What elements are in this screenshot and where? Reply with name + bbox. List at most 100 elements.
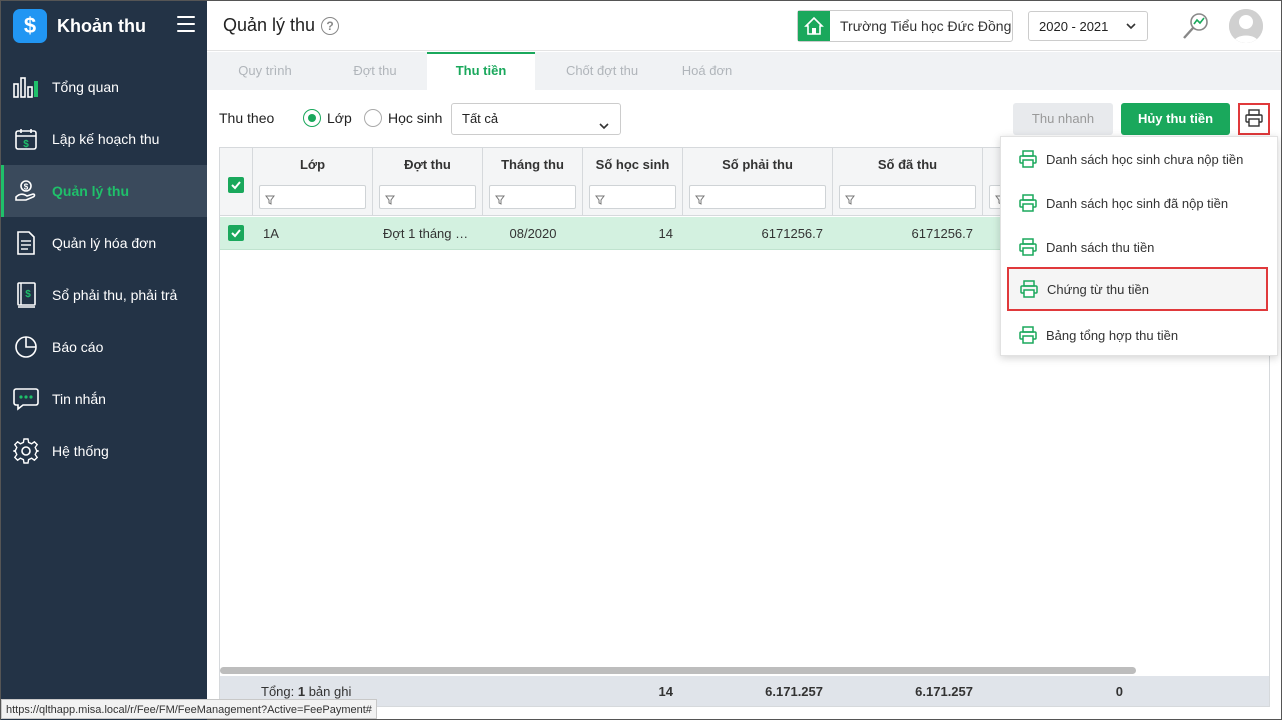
ledger-icon: $ <box>13 282 39 308</box>
horizontal-scrollbar[interactable] <box>220 667 1136 674</box>
school-selector[interactable]: Trường Tiểu học Đức Đồng <box>797 10 1013 42</box>
radio-unchecked-icon <box>364 109 382 127</box>
filter-input[interactable] <box>689 185 826 209</box>
cancel-collection-button[interactable]: Hủy thu tiền <box>1121 103 1230 135</box>
message-icon <box>13 386 39 412</box>
app-name: Khoản thu <box>57 15 146 36</box>
printer-icon <box>1019 150 1037 168</box>
column-header-dot-thu: Đợt thu <box>373 148 483 216</box>
hamburger-menu-icon[interactable] <box>177 16 195 32</box>
menu-item-collection-list[interactable]: Danh sách thu tiền <box>1001 225 1279 269</box>
sidebar-item-tin-nhan[interactable]: Tin nhắn <box>1 373 207 425</box>
menu-item-label: Danh sách học sinh đã nộp tiền <box>1046 195 1229 211</box>
bar-chart-icon <box>13 74 39 100</box>
printer-icon <box>1244 108 1264 131</box>
filter-icon <box>595 192 605 208</box>
radio-class[interactable]: Lớp <box>303 109 352 127</box>
filter-input[interactable] <box>259 185 366 209</box>
home-icon <box>798 11 830 41</box>
filter-label: Thu theo <box>219 110 275 126</box>
radio-checked-icon <box>303 109 321 127</box>
filter-input[interactable] <box>589 185 676 209</box>
menu-item-unpaid-list[interactable]: Danh sách học sinh chưa nộp tiền <box>1001 137 1279 181</box>
menu-item-summary[interactable]: Bảng tổng hợp thu tiền <box>1001 313 1279 357</box>
total-paid: 6.171.257 <box>915 684 973 699</box>
select-all-checkbox[interactable] <box>228 177 244 193</box>
sidebar-item-quan-ly-thu[interactable]: $ Quản lý thu <box>1 165 207 217</box>
cell-paid: 6171256.7 <box>911 226 973 241</box>
gear-icon <box>13 438 39 464</box>
column-header-thang-thu: Tháng thu <box>483 148 583 216</box>
document-icon <box>13 230 39 256</box>
school-name: Trường Tiểu học Đức Đồng <box>840 18 1012 34</box>
svg-text:$: $ <box>25 289 31 300</box>
print-button[interactable] <box>1238 103 1270 135</box>
sidebar: $ Khoản thu Tổng quan $ Lập kế hoạch thu… <box>1 1 207 720</box>
school-year-value: 2020 - 2021 <box>1039 18 1109 34</box>
filter-input[interactable] <box>379 185 476 209</box>
svg-text:$: $ <box>24 183 29 192</box>
tab-hoa-don[interactable]: Hoá đơn <box>667 52 747 90</box>
column-header-so-da-thu: Số đã thu <box>833 148 983 216</box>
page-title: Quản lý thu <box>223 15 316 35</box>
column-title: Đợt thu <box>404 157 451 172</box>
sidebar-item-he-thong[interactable]: Hệ thống <box>1 425 207 477</box>
tab-dot-thu[interactable]: Đợt thu <box>327 52 423 90</box>
menu-item-receipt-voucher[interactable]: Chứng từ thu tiền <box>1007 267 1268 311</box>
menu-item-paid-list[interactable]: Danh sách học sinh đã nộp tiền <box>1001 181 1279 225</box>
sidebar-item-label: Tổng quan <box>52 79 119 95</box>
dollar-logo-icon: $ <box>13 9 47 43</box>
column-title: Số phải thu <box>722 157 793 172</box>
sidebar-item-so-phai-thu[interactable]: $ Sổ phải thu, phải trả <box>1 269 207 321</box>
tab-bar: Quy trình Đợt thu Thu tiền Chốt đợt thu … <box>207 52 1281 90</box>
printer-icon <box>1020 280 1038 298</box>
column-title: Lớp <box>299 157 326 172</box>
sidebar-item-label: Tin nhắn <box>52 391 106 407</box>
status-url: https://qlthapp.misa.local/r/Fee/FM/FeeM… <box>1 699 377 719</box>
total-due: 6.171.257 <box>765 684 823 699</box>
sidebar-item-label: Hệ thống <box>52 443 109 459</box>
column-header-lop: Lớp <box>253 148 373 216</box>
radio-student[interactable]: Học sinh <box>364 109 442 127</box>
top-header: Quản lý thu ? Trường Tiểu học Đức Đồng 2… <box>207 1 1281 51</box>
filter-input[interactable] <box>839 185 976 209</box>
column-header-so-phai-thu: Số phải thu <box>683 148 833 216</box>
sidebar-item-label: Sổ phải thu, phải trả <box>52 287 178 303</box>
school-year-select[interactable]: 2020 - 2021 <box>1028 11 1148 41</box>
sidebar-item-lap-ke-hoach-thu[interactable]: $ Lập kế hoạch thu <box>1 113 207 165</box>
scope-value: Tất cả <box>462 111 499 126</box>
tab-quy-trinh[interactable]: Quy trình <box>207 52 323 90</box>
filter-input[interactable] <box>489 185 576 209</box>
total-prefix: Tổng: <box>261 684 298 699</box>
printer-icon <box>1019 238 1037 256</box>
radio-student-label: Học sinh <box>388 110 443 126</box>
chart-search-icon[interactable] <box>1181 11 1211 44</box>
row-checkbox[interactable] <box>228 225 244 241</box>
help-icon[interactable]: ? <box>321 17 339 35</box>
cell-due: 6171256.7 <box>761 226 823 241</box>
total-students: 14 <box>658 684 673 699</box>
svg-text:$: $ <box>23 139 29 150</box>
quick-collect-button[interactable]: Thu nhanh <box>1013 103 1113 135</box>
column-title: Tháng thu <box>501 157 564 172</box>
printer-icon <box>1019 326 1037 344</box>
tab-chot-dot-thu[interactable]: Chốt đợt thu <box>545 52 659 90</box>
menu-item-label: Chứng từ thu tiền <box>1047 281 1149 297</box>
tab-thu-tien[interactable]: Thu tiền <box>427 52 535 90</box>
filter-icon <box>265 192 275 208</box>
avatar[interactable] <box>1229 9 1263 43</box>
total-suffix: bản ghi <box>305 684 352 699</box>
row-select-cell <box>220 217 253 250</box>
sidebar-item-label: Quản lý hóa đơn <box>52 235 157 251</box>
sidebar-nav: Tổng quan $ Lập kế hoạch thu $ Quản lý t… <box>1 61 207 477</box>
hand-coin-icon: $ <box>13 178 39 204</box>
sidebar-item-quan-ly-hoa-don[interactable]: Quản lý hóa đơn <box>1 217 207 269</box>
filter-icon <box>495 192 505 208</box>
filter-icon <box>695 192 705 208</box>
sidebar-item-tong-quan[interactable]: Tổng quan <box>1 61 207 113</box>
sidebar-item-bao-cao[interactable]: Báo cáo <box>1 321 207 373</box>
total-count: 1 <box>297 684 306 699</box>
scope-select[interactable]: Tất cả <box>451 103 621 135</box>
filter-icon <box>385 192 395 208</box>
menu-item-label: Danh sách học sinh chưa nộp tiền <box>1046 151 1244 167</box>
